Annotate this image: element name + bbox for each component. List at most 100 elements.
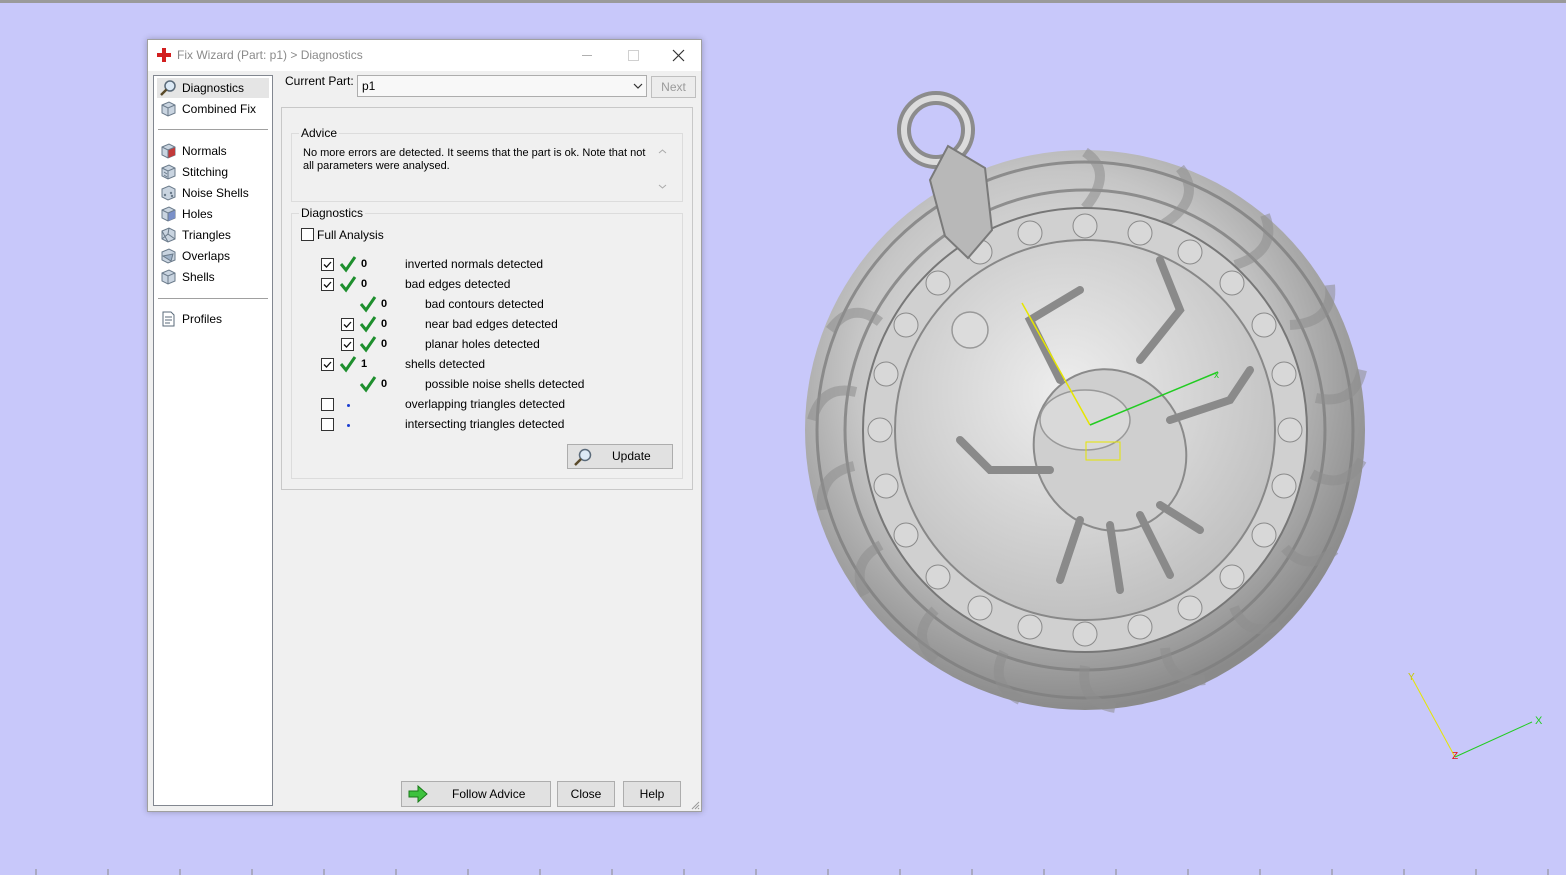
near-bad-edges-checkbox[interactable] (341, 318, 354, 331)
nav-label: Overlaps (182, 249, 231, 263)
nav-label: Combined Fix (182, 102, 257, 116)
holes-cube-icon (161, 206, 176, 222)
window-title: Fix Wizard (Part: p1) > Diagnostics (177, 48, 363, 62)
help-label: Help (639, 787, 665, 801)
planar-holes-checkbox[interactable] (341, 338, 354, 351)
noise-shells-cube-icon (161, 185, 176, 201)
diag-label: near bad edges detected (425, 317, 558, 331)
titlebar: Fix Wizard (Part: p1) > Diagnostics (148, 40, 701, 71)
current-part-value: p1 (362, 79, 376, 93)
next-button[interactable]: Next (651, 76, 696, 98)
nav-divider (158, 129, 268, 130)
nav-item-overlaps[interactable]: Overlaps (157, 246, 269, 266)
diag-value: 1 (361, 358, 368, 370)
nav-item-noise-shells[interactable]: Noise Shells (157, 183, 269, 203)
checkmark-icon (323, 261, 332, 268)
next-label: Next (661, 80, 686, 94)
nav-label: Normals (182, 144, 227, 158)
nav-item-profiles[interactable]: Profiles (157, 309, 269, 329)
bad-edges-checkbox[interactable] (321, 278, 334, 291)
diag-label: inverted normals detected (405, 257, 544, 271)
checkmark-icon (343, 321, 352, 328)
green-check-icon (339, 256, 357, 273)
maximize-button[interactable] (610, 40, 656, 71)
3d-viewport[interactable]: x Y X Z (700, 3, 1566, 869)
svg-text:x: x (1214, 370, 1219, 381)
close-label: Close (570, 787, 602, 801)
diag-label: bad edges detected (405, 277, 511, 291)
diag-value: 0 (381, 378, 388, 390)
follow-advice-label: Follow Advice (452, 787, 526, 801)
checkmark-icon (323, 281, 332, 288)
shells-checkbox[interactable] (321, 358, 334, 371)
help-button[interactable]: Help (623, 781, 681, 807)
nav-item-combined-fix[interactable]: Combined Fix (157, 99, 269, 119)
nav-label: Diagnostics (182, 81, 245, 95)
diag-value: 0 (361, 278, 368, 290)
diag-label: shells detected (405, 357, 486, 371)
green-check-icon (339, 356, 357, 373)
green-check-icon (359, 376, 377, 393)
resize-grip-icon[interactable] (690, 800, 700, 810)
current-part-label: Current Part: (285, 74, 354, 88)
axis-y-label: Y (1408, 672, 1415, 683)
nav-item-diagnostics[interactable]: Diagnostics (157, 78, 269, 98)
diag-value: 0 (381, 298, 388, 310)
fix-wizard-dialog: Fix Wizard (Part: p1) > Diagnostics Diag… (147, 39, 702, 812)
wizard-nav: Diagnostics Combined Fix Normals Stitchi… (153, 75, 273, 806)
follow-advice-button[interactable]: Follow Advice (401, 781, 551, 807)
magnifier-icon (574, 448, 592, 466)
close-button[interactable]: Close (557, 781, 615, 807)
pending-dot-icon (347, 424, 350, 427)
intersecting-triangles-checkbox[interactable] (321, 418, 334, 431)
update-button[interactable]: Update (567, 444, 673, 469)
nav-label: Shells (182, 270, 215, 284)
green-check-icon (359, 316, 377, 333)
diagnostics-title: Diagnostics (299, 206, 366, 220)
diag-label: planar holes detected (425, 337, 540, 351)
minimize-icon (582, 55, 592, 56)
advice-scrollbar[interactable] (655, 144, 670, 194)
triangles-cube-icon (161, 227, 176, 243)
diag-label: overlapping triangles detected (405, 397, 566, 411)
nav-item-normals[interactable]: Normals (157, 141, 269, 161)
advice-text: No more errors are detected. It seems th… (303, 147, 646, 172)
nav-label: Triangles (182, 228, 231, 242)
close-icon (672, 49, 685, 62)
maximize-icon (628, 50, 639, 61)
nav-item-shells[interactable]: Shells (157, 267, 269, 287)
nav-divider (158, 298, 268, 299)
overlapping-triangles-checkbox[interactable] (321, 398, 334, 411)
nav-label: Stitching (182, 165, 229, 179)
current-part-select[interactable]: p1 (357, 75, 647, 97)
axis-x-label: X (1535, 715, 1543, 727)
chevron-down-icon (633, 83, 643, 89)
inverted-normals-checkbox[interactable] (321, 258, 334, 271)
cube-icon (161, 101, 176, 117)
diag-label: intersecting triangles detected (405, 417, 565, 431)
nav-label: Profiles (182, 312, 223, 326)
magnifier-icon (160, 80, 176, 96)
nav-item-holes[interactable]: Holes (157, 204, 269, 224)
green-arrow-right-icon (408, 784, 428, 804)
normals-cube-icon (161, 143, 176, 159)
green-check-icon (359, 336, 377, 353)
diag-value: 0 (381, 338, 388, 350)
axis-z-label: Z (1452, 751, 1459, 762)
diag-value: 0 (381, 318, 388, 330)
nav-label: Noise Shells (182, 186, 249, 200)
full-analysis-label: Full Analysis (317, 228, 384, 242)
diag-label: possible noise shells detected (425, 377, 585, 391)
pendant-model: x (805, 91, 1533, 758)
stitching-cube-icon (161, 164, 176, 180)
full-analysis-checkbox[interactable] (301, 228, 314, 241)
minimize-button[interactable] (564, 40, 610, 71)
nav-item-triangles[interactable]: Triangles (157, 225, 269, 245)
checkmark-icon (343, 341, 352, 348)
diag-label: bad contours detected (425, 297, 544, 311)
checkmark-icon (323, 361, 332, 368)
green-check-icon (339, 276, 357, 293)
close-window-button[interactable] (655, 40, 701, 71)
nav-item-stitching[interactable]: Stitching (157, 162, 269, 182)
red-cross-icon (157, 48, 171, 62)
